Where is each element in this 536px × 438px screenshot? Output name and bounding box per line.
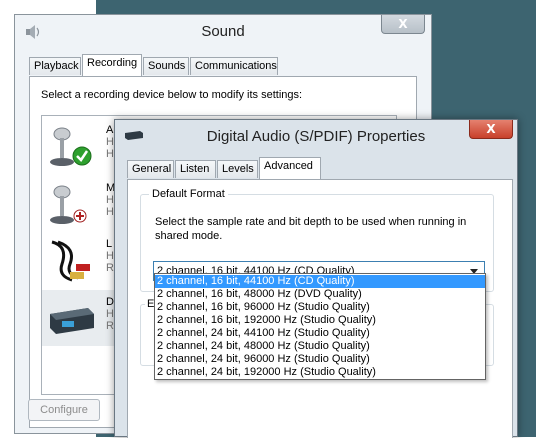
tab-levels[interactable]: Levels xyxy=(217,160,258,178)
device-line: R xyxy=(106,320,114,332)
dropdown-option[interactable]: 2 channel, 24 bit, 44100 Hz (Studio Qual… xyxy=(155,327,485,340)
digital-audio-device-icon xyxy=(50,308,94,334)
tab-playback[interactable]: Playback xyxy=(29,57,81,75)
properties-window-title: Digital Audio (S/PDIF) Properties xyxy=(206,128,426,145)
tab-listen[interactable]: Listen xyxy=(175,160,216,178)
device-line: H xyxy=(106,308,114,320)
dropdown-option[interactable]: 2 channel, 16 bit, 192000 Hz (Studio Qua… xyxy=(155,314,485,327)
sound-window-title: Sound xyxy=(201,23,245,40)
sound-titlebar[interactable]: Sound X xyxy=(15,15,431,49)
dropdown-option[interactable]: 2 channel, 16 bit, 48000 Hz (DVD Quality… xyxy=(155,288,485,301)
device-line: H xyxy=(106,148,114,160)
device-line: R xyxy=(106,262,114,274)
device-line: H xyxy=(106,250,114,262)
dropdown-option[interactable]: 2 channel, 24 bit, 48000 Hz (Studio Qual… xyxy=(155,340,485,353)
tab-advanced[interactable]: Advanced xyxy=(259,157,321,179)
microphone-disabled-icon xyxy=(50,185,87,224)
device-line: H xyxy=(106,206,114,218)
device-name: D xyxy=(106,296,114,308)
device-name: L xyxy=(106,238,113,250)
recording-instruction: Select a recording device below to modif… xyxy=(41,89,303,101)
tab-recording[interactable]: Recording xyxy=(82,54,142,76)
configure-button[interactable]: Configure xyxy=(28,399,100,421)
device-name: A xyxy=(106,124,114,136)
default-format-label: Default Format xyxy=(149,188,228,200)
properties-close-button[interactable]: X xyxy=(469,120,513,139)
device-line: H xyxy=(106,194,114,206)
device-line: H xyxy=(106,136,114,148)
rca-cable-icon xyxy=(51,240,90,282)
dropdown-option[interactable]: 2 channel, 24 bit, 192000 Hz (Studio Qua… xyxy=(155,366,485,379)
sound-close-button[interactable]: X xyxy=(381,15,425,34)
tab-sounds[interactable]: Sounds xyxy=(143,57,189,75)
tab-general[interactable]: General xyxy=(127,160,174,178)
dropdown-option[interactable]: 2 channel, 16 bit, 96000 Hz (Studio Qual… xyxy=(155,301,485,314)
microphone-default-icon xyxy=(50,127,92,166)
default-format-description: Select the sample rate and bit depth to … xyxy=(155,216,467,242)
dropdown-option-highlighted[interactable]: 2 channel, 16 bit, 44100 Hz (CD Quality) xyxy=(155,275,485,288)
sample-rate-dropdown-list[interactable]: 2 channel, 16 bit, 44100 Hz (CD Quality)… xyxy=(154,273,486,380)
dropdown-option[interactable]: 2 channel, 24 bit, 96000 Hz (Studio Qual… xyxy=(155,353,485,366)
properties-titlebar[interactable]: Digital Audio (S/PDIF) Properties X xyxy=(115,120,517,150)
tab-communications[interactable]: Communications xyxy=(190,57,278,75)
